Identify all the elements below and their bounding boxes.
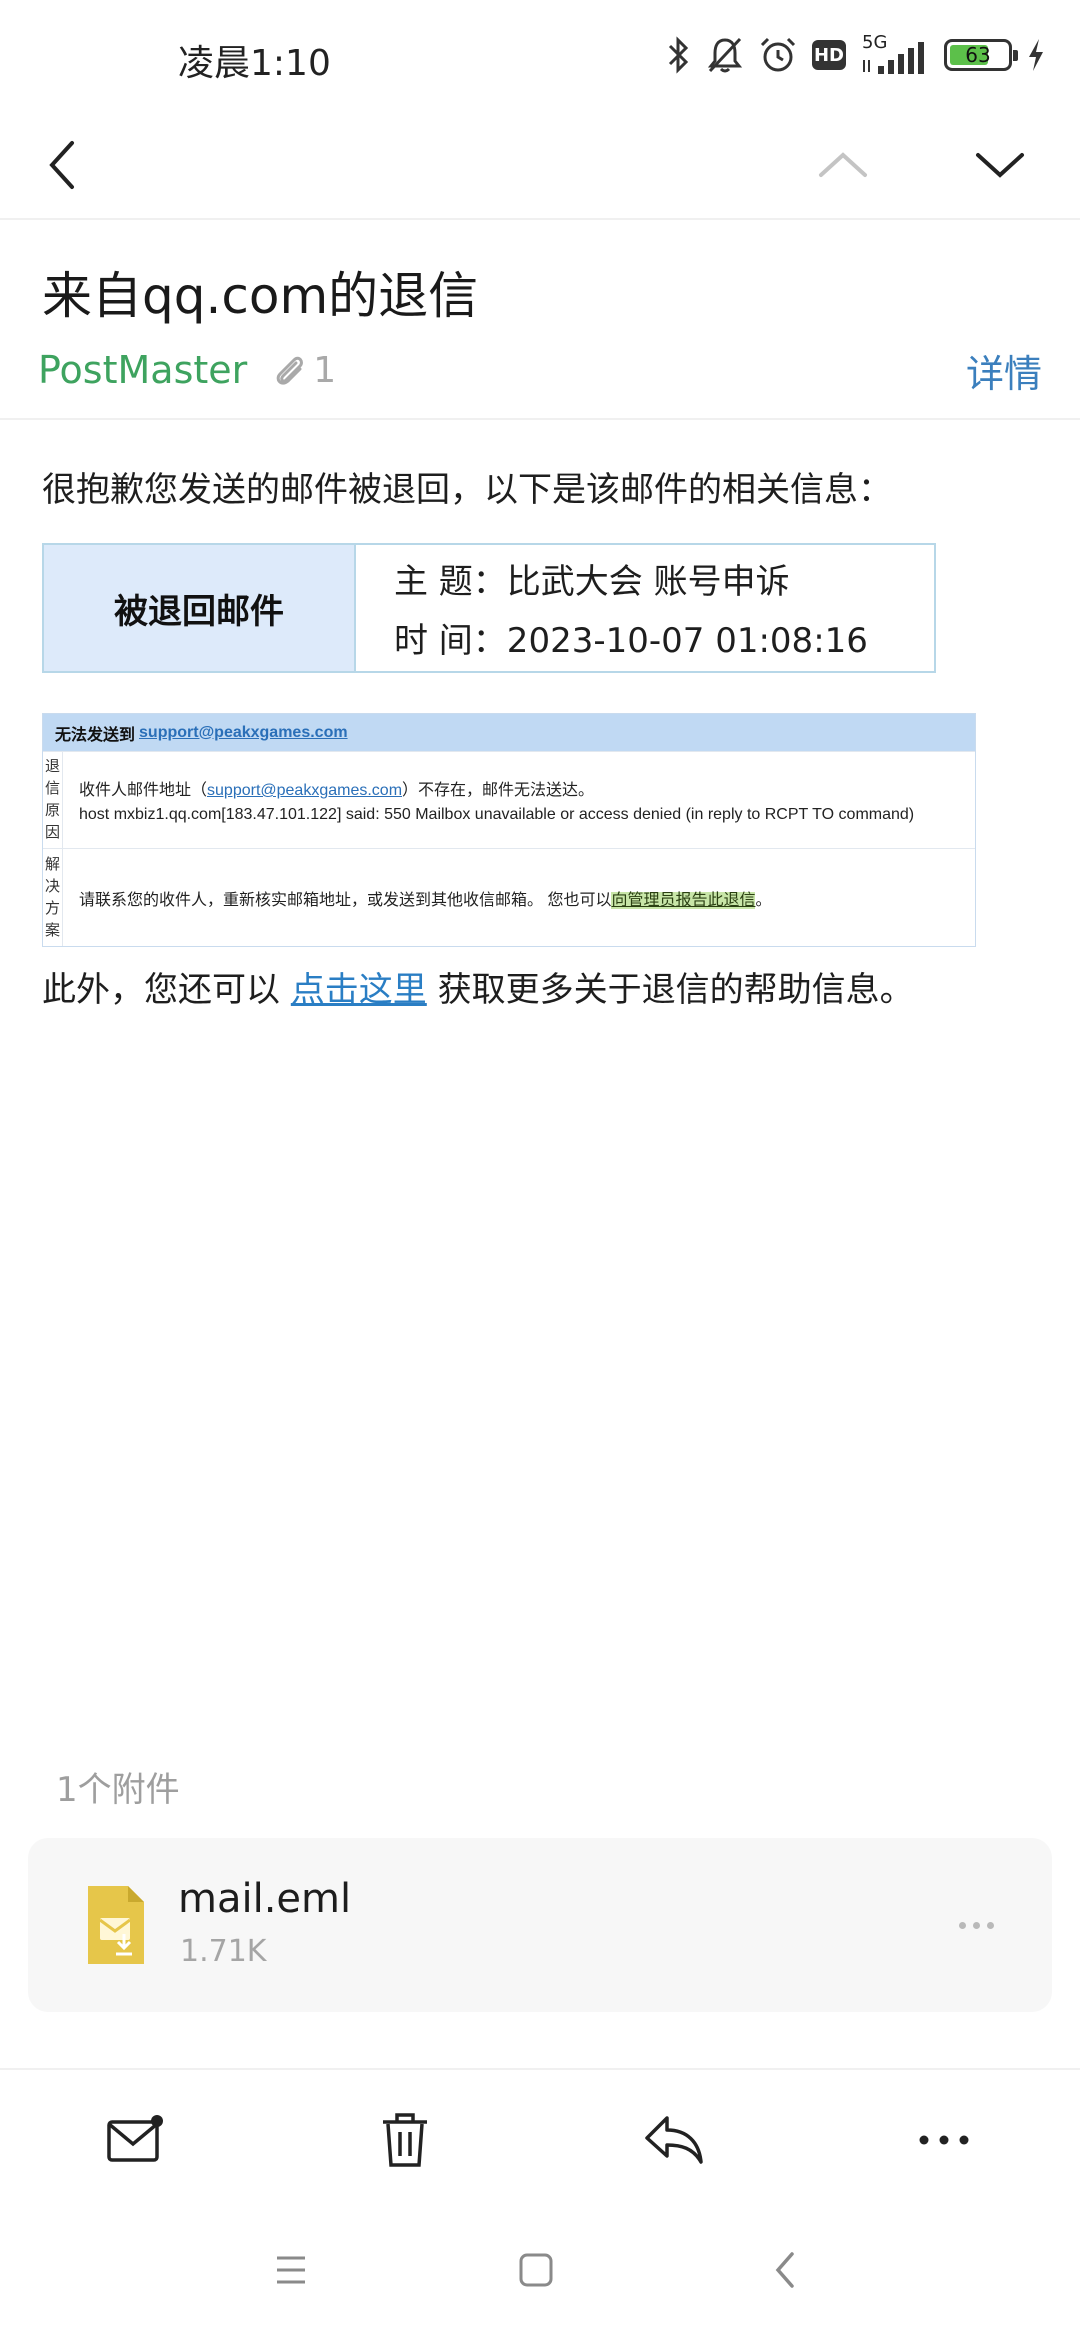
attachment-item[interactable]: mail.eml 1.71K [28, 1838, 1052, 2012]
report-header: 无法发送到 support@peakxgames.com [43, 714, 975, 751]
delete-icon[interactable] [365, 2100, 445, 2180]
solution-body: 请联系您的收件人，重新核实邮箱地址，或发送到其他收信邮箱。 您也可以向管理员报告… [63, 849, 975, 946]
charging-icon [1026, 35, 1046, 75]
solution-label: 解 决 方 案 [43, 849, 63, 946]
reason-recipient-link[interactable]: support@peakxgames.com [207, 782, 402, 799]
attachment-file-name: mail.eml [178, 1876, 352, 1922]
reason-line: 收件人邮件地址（support@peakxgames.com）不存在，邮件无法送… [79, 782, 595, 799]
bounced-mail-info: 主 题：比武大会 账号申诉 时 间：2023-10-07 01:08:16 [356, 545, 934, 671]
signal-icon: 5G [860, 32, 930, 78]
menu-icon[interactable] [256, 2230, 326, 2310]
click-here-link[interactable]: 点击这里 [291, 970, 427, 1010]
battery-icon: 63 [944, 39, 1018, 71]
bounced-mail-table: 被退回邮件 主 题：比武大会 账号申诉 时 间：2023-10-07 01:08… [42, 543, 936, 673]
reason-detail: host mxbiz1.qq.com[183.47.101.122] said:… [79, 806, 915, 823]
back-icon[interactable] [750, 2230, 820, 2310]
report-header-prefix: 无法发送到 [55, 726, 136, 744]
solution-row: 解 决 方 案 请联系您的收件人，重新核实邮箱地址，或发送到其他收信邮箱。 您也… [43, 848, 975, 946]
recipient-link[interactable]: support@peakxgames.com [139, 724, 348, 742]
status-icons: HD 5G 63 [666, 30, 1046, 80]
battery-level: 63 [965, 43, 991, 67]
report-to-admin-link[interactable]: 向管理员报告此退信 [611, 891, 756, 909]
mail-subject: 来自qq.com的退信 [42, 267, 479, 325]
attachment-count-value: 1 [313, 349, 337, 391]
bluetooth-icon [666, 35, 692, 75]
attachments-title: 1个附件 [56, 1770, 180, 1810]
hd-icon: HD [812, 40, 846, 70]
alarm-icon [758, 35, 798, 75]
attachment-count[interactable]: 1 [269, 350, 336, 391]
bounced-mail-label: 被退回邮件 [44, 545, 356, 671]
attachment-more-icon[interactable] [948, 1900, 1004, 1950]
help-text: 此外，您还可以 点击这里 获取更多关于退信的帮助信息。 [42, 970, 914, 1010]
mail-toolbar [0, 110, 1080, 220]
header-divider [0, 418, 1080, 420]
bounced-subject: 主 题：比武大会 账号申诉 [394, 562, 790, 602]
reason-label: 退 信 原 因 [43, 752, 63, 848]
action-bar [0, 2100, 1080, 2180]
paperclip-icon [276, 356, 304, 385]
bell-muted-icon [706, 35, 744, 75]
attachment-file-size: 1.71K [180, 1934, 267, 1969]
details-link[interactable]: 详情 [966, 343, 1042, 398]
home-icon[interactable] [501, 2230, 571, 2310]
status-time: 凌晨1:10 [178, 43, 331, 84]
solution-line: 请联系您的收件人，重新核实邮箱地址，或发送到其他收信邮箱。 您也可以向管理员报告… [79, 891, 772, 909]
intro-text: 很抱歉您发送的邮件被退回，以下是该邮件的相关信息： [42, 470, 892, 510]
sender-name[interactable]: PostMaster [38, 348, 247, 392]
reason-row: 退 信 原 因 收件人邮件地址（support@peakxgames.com）不… [43, 751, 975, 848]
action-divider [0, 2068, 1080, 2070]
previous-mail-icon[interactable] [803, 130, 883, 200]
status-bar: 凌晨1:10 HD 5G 63 [0, 0, 1080, 110]
sender-row: PostMaster 1 详情 [38, 340, 1042, 400]
back-arrow-icon[interactable] [22, 130, 102, 200]
reason-body: 收件人邮件地址（support@peakxgames.com）不存在，邮件无法送… [63, 752, 975, 848]
next-mail-icon[interactable] [960, 130, 1040, 200]
reply-icon[interactable] [633, 2100, 713, 2180]
bounce-report: 无法发送到 support@peakxgames.com 退 信 原 因 收件人… [42, 713, 976, 947]
eml-file-icon [88, 1886, 144, 1964]
mark-unread-icon[interactable] [95, 2100, 175, 2180]
system-nav-bar [0, 2230, 1080, 2310]
bounced-time: 时 间：2023-10-07 01:08:16 [394, 621, 868, 661]
more-icon[interactable] [904, 2100, 984, 2180]
